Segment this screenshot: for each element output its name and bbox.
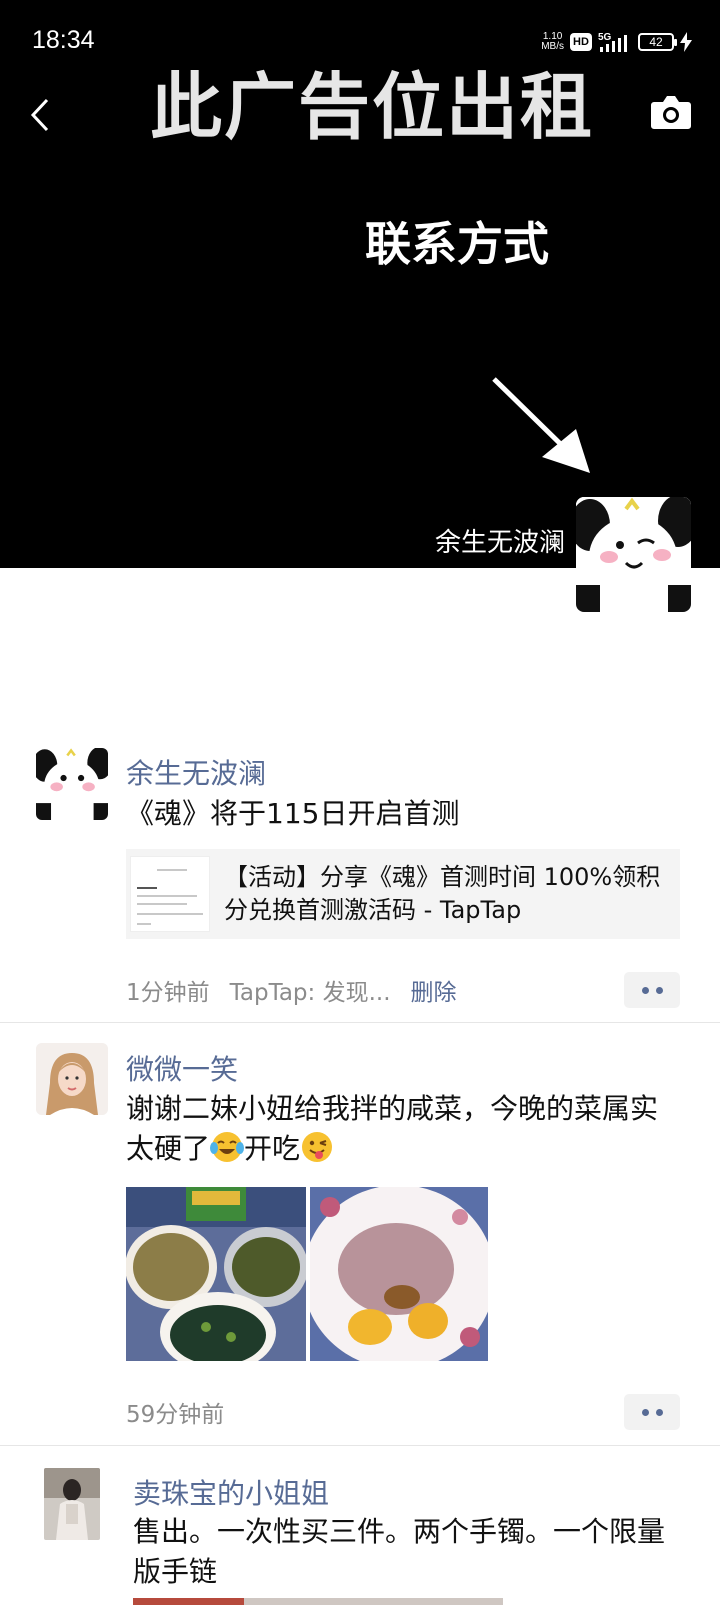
panda-avatar-icon (576, 497, 691, 612)
dot-icon (655, 986, 663, 994)
post-time: 1分钟前 (126, 980, 210, 1006)
divider (0, 1022, 720, 1023)
camera-icon (651, 96, 691, 129)
net-speed: 1.10 MB/s (541, 31, 564, 52)
winking-tongue-emoji-icon (302, 1132, 333, 1162)
avatar[interactable] (44, 1468, 100, 1540)
post-author[interactable]: 卖珠宝的小姐姐 (133, 1472, 329, 1512)
panda-avatar-icon (36, 748, 108, 820)
ad-contact: 联系方式 (365, 217, 549, 271)
profile-name[interactable]: 余生无波澜 (435, 522, 565, 559)
more-button[interactable] (624, 972, 680, 1008)
status-icons: 1.10 MB/s HD 5G 42 (541, 28, 692, 56)
charging-icon (680, 32, 692, 52)
delete-button[interactable]: 删除 (411, 973, 457, 1007)
camera-button[interactable] (650, 94, 692, 134)
post-photo[interactable] (310, 1187, 488, 1361)
divider (0, 1445, 720, 1446)
pickled-vegetables-photo-icon (126, 1187, 306, 1361)
rice-and-potatoes-photo-icon (310, 1187, 488, 1361)
avatar[interactable] (36, 1043, 108, 1115)
avatar[interactable] (36, 748, 108, 820)
post-text: 售出。一次性买三件。两个手镯。一个限量版手链 (133, 1515, 666, 1588)
svg-text:5G: 5G (598, 32, 612, 43)
arrow-icon (492, 377, 590, 473)
status-bar: 18:34 1.10 MB/s HD 5G 42 (0, 0, 720, 80)
post-author[interactable]: 余生无波澜 (126, 752, 266, 792)
post-meta: 1分钟前 TapTap: 发现... 删除 (126, 972, 680, 1008)
cover-image[interactable]: 此广告位出租 联系方式 18:34 1.10 MB/s HD 5G 42 余生无… (0, 0, 720, 568)
post-photo-partial[interactable] (133, 1598, 503, 1605)
more-button[interactable] (624, 1394, 680, 1430)
post-text: 《魂》将于115日开启首测 (126, 797, 460, 830)
post-photo[interactable] (126, 1187, 306, 1361)
back-button[interactable] (20, 92, 60, 138)
laughing-crying-emoji-icon (210, 1132, 245, 1162)
post-meta: 59分钟前 (126, 1394, 680, 1430)
post-source[interactable]: TapTap: 发现... (230, 973, 391, 1007)
chevron-left-icon (30, 98, 49, 132)
post-text: 谢谢二妹小妞给我拌的咸菜，今晚的菜属实太硬了 开吃 (126, 1092, 659, 1165)
profile-avatar[interactable] (576, 497, 691, 612)
status-time: 18:34 (32, 26, 95, 54)
dot-icon (641, 1408, 649, 1416)
link-title: 【活动】分享《魂》首测时间 100%领积分兑换首测激活码 - TapTap (224, 863, 661, 924)
hd-icon: HD (570, 33, 592, 51)
signal-5g-icon: 5G (598, 32, 627, 52)
link-thumbnail (130, 856, 210, 932)
dot-icon (655, 1408, 663, 1416)
post-time: 59分钟前 (126, 1402, 225, 1428)
post-author[interactable]: 微微一笑 (126, 1048, 238, 1088)
dot-icon (641, 986, 649, 994)
user-photo-icon (44, 1468, 100, 1540)
battery-icon: 42 (638, 33, 677, 51)
user-photo-icon (36, 1043, 108, 1115)
link-card[interactable]: 【活动】分享《魂》首测时间 100%领积分兑换首测激活码 - TapTap (126, 849, 680, 939)
